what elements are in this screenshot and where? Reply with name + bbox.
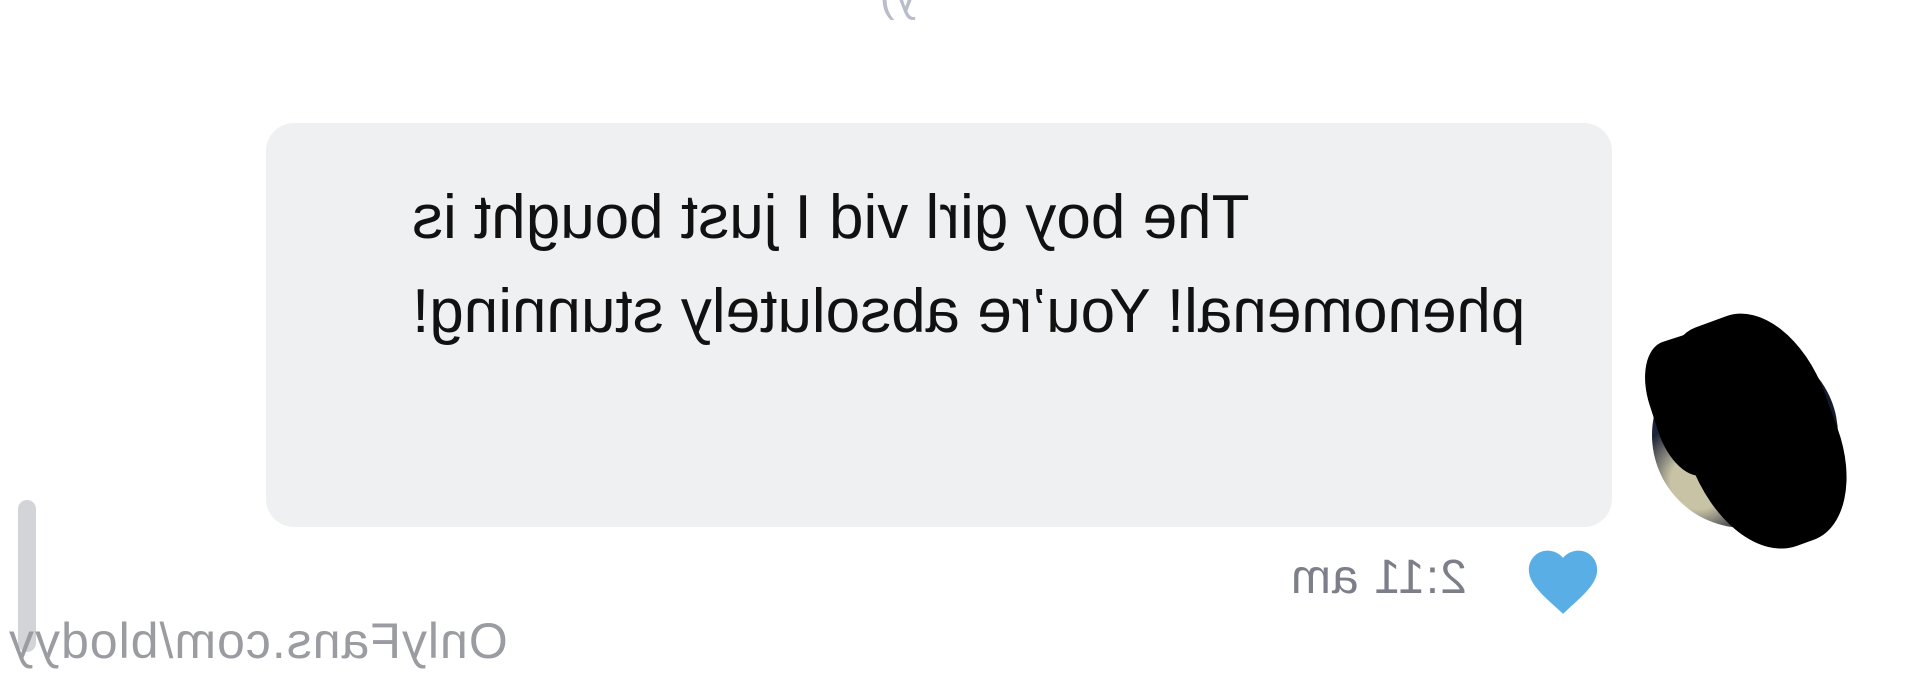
chat-screen: y) The boy girl vid I just bought is phe… [0,0,1920,686]
heart-icon[interactable] [1522,540,1604,616]
message-text-wrapper: The boy girl vid I just bought is phenom… [412,171,1552,359]
message-time-text: 2:11 am [1290,551,1467,604]
previous-message-fragment: y) [880,0,917,22]
message-meta: 2:11 am [1290,540,1630,620]
watermark-text: OnlyFans.com/blodyy [8,613,508,669]
message-text: The boy girl vid I just bought is phenom… [412,183,1526,346]
previous-message-text: y) [880,0,917,22]
avatar[interactable] [1632,293,1871,571]
message-time: 2:11 am [1290,550,1467,605]
message-bubble[interactable]: The boy girl vid I just bought is phenom… [266,123,1612,527]
watermark: OnlyFans.com/blodyy [8,612,508,670]
